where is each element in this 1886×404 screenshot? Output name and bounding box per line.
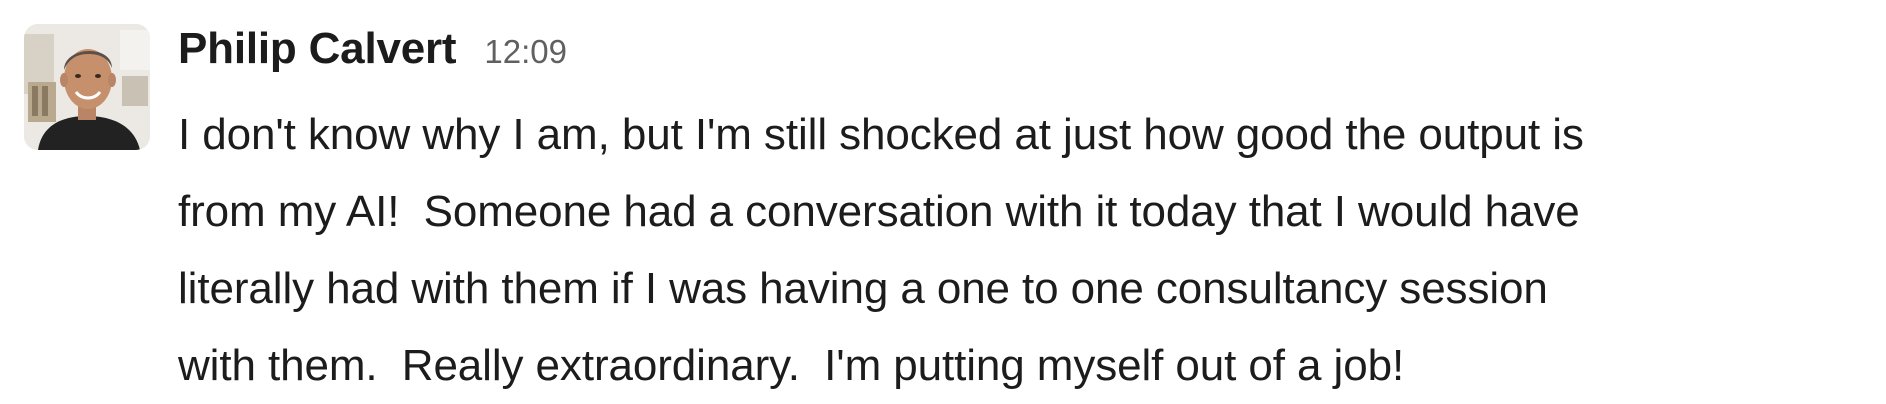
chat-message: Philip Calvert 12:09 I don't know why I … <box>0 0 1886 402</box>
message-line: from my AI! Someone had a conversation w… <box>178 187 1580 236</box>
sender-name[interactable]: Philip Calvert <box>178 24 457 74</box>
user-avatar[interactable] <box>24 24 150 150</box>
user-photo-avatar-icon <box>24 24 150 150</box>
message-content: Philip Calvert 12:09 I don't know why I … <box>178 24 1868 404</box>
message-text: I don't know why I am, but I'm still sho… <box>178 96 1868 404</box>
message-line: I don't know why I am, but I'm still sho… <box>178 110 1584 159</box>
message-header: Philip Calvert 12:09 <box>178 24 1868 82</box>
message-timestamp[interactable]: 12:09 <box>484 33 567 71</box>
message-line: with them. Really extraordinary. I'm put… <box>178 341 1405 390</box>
message-line: literally had with them if I was having … <box>178 264 1548 313</box>
